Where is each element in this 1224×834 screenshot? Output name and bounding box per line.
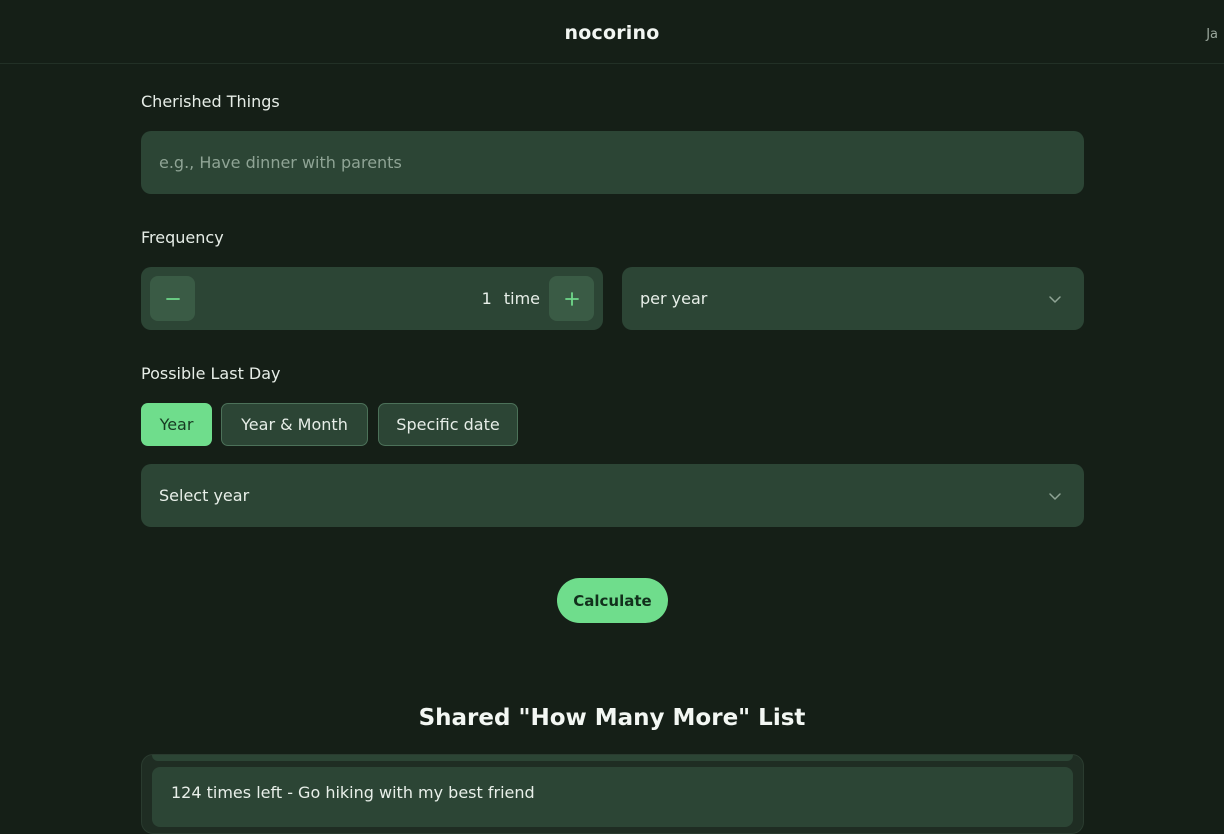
cherished-label: Cherished Things <box>141 92 280 111</box>
mode-year-month-button[interactable]: Year & Month <box>221 403 368 446</box>
increment-button[interactable] <box>549 276 594 321</box>
brand-logo[interactable]: nocorino <box>0 22 1224 44</box>
minus-icon <box>165 297 180 300</box>
cherished-input[interactable] <box>141 131 1084 194</box>
mode-specific-date-button[interactable]: Specific date <box>378 403 518 446</box>
frequency-count: 1 <box>481 289 492 308</box>
decrement-button[interactable] <box>150 276 195 321</box>
shared-list[interactable]: 124 times left - Go hiking with my best … <box>141 754 1084 834</box>
language-switch[interactable]: Ja <box>1206 27 1218 42</box>
mode-year-button[interactable]: Year <box>141 403 212 446</box>
plus-icon <box>564 291 579 306</box>
period-select-value: per year <box>640 289 708 308</box>
list-item[interactable]: 124 times left - Go hiking with my best … <box>152 767 1073 827</box>
chevron-down-icon <box>1049 492 1061 500</box>
calculate-button[interactable]: Calculate <box>557 578 668 623</box>
period-select[interactable]: per year <box>622 267 1084 330</box>
frequency-value: 1 time <box>482 267 540 330</box>
year-select-placeholder: Select year <box>159 486 250 505</box>
chevron-down-icon <box>1049 295 1061 303</box>
shared-list-title: Shared "How Many More" List <box>418 705 806 731</box>
frequency-label: Frequency <box>141 228 224 247</box>
last-day-label: Possible Last Day <box>141 364 281 383</box>
list-item-previous <box>152 755 1073 761</box>
year-select[interactable]: Select year <box>141 464 1084 527</box>
frequency-stepper: 1 time <box>141 267 603 330</box>
top-bar: nocorino Ja <box>0 0 1224 64</box>
frequency-unit: time <box>503 289 540 308</box>
